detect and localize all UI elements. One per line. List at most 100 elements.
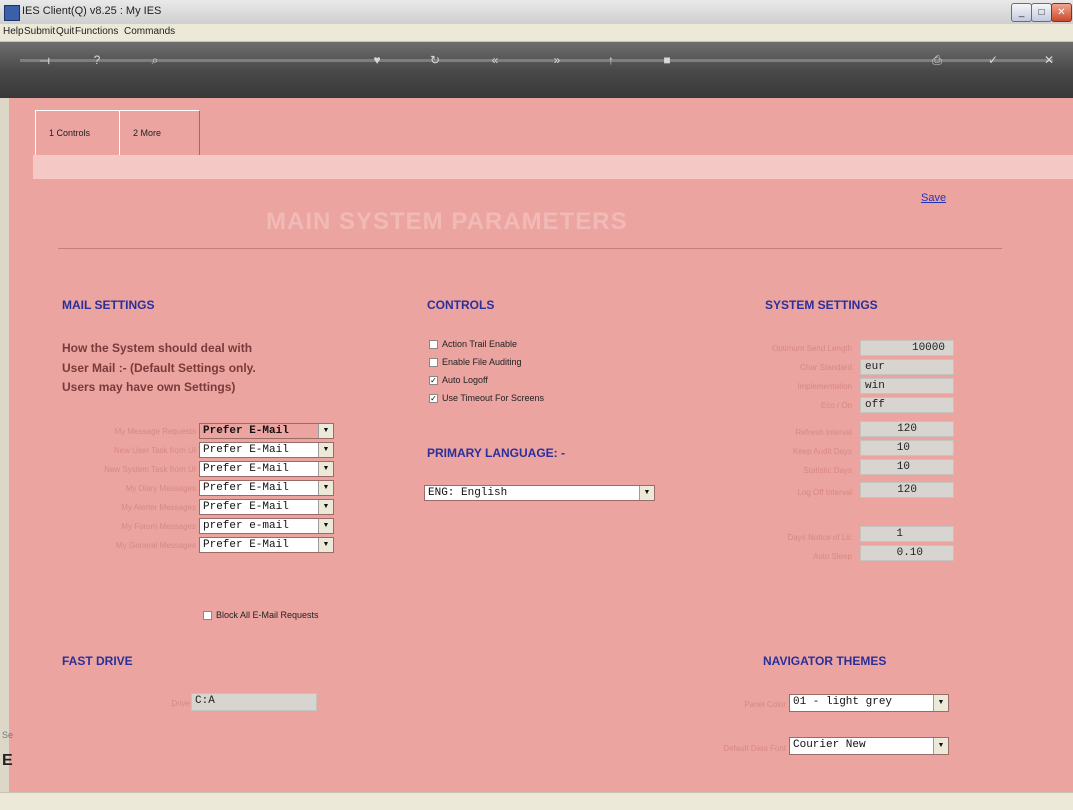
panel-color-select[interactable]: 01 - light grey ▼ [789,694,949,712]
mail-intro-line-3: Users may have own Settings) [62,380,236,394]
up-icon[interactable]: ↑ [604,53,618,67]
chevron-down-icon[interactable]: ▼ [318,538,333,552]
tab-controls-label: 1 Controls [49,128,91,138]
favorite-icon[interactable]: ♥ [370,53,384,67]
minimize-icon[interactable]: _ [1011,3,1032,22]
chevron-down-icon[interactable]: ▼ [318,519,333,533]
mail-pref-select[interactable]: Prefer E-Mail ▼ [199,499,334,515]
mail-pref-select[interactable]: Prefer E-Mail ▼ [199,461,334,477]
chevron-down-icon[interactable]: ▼ [318,443,333,457]
print-icon[interactable]: ⎙ [930,53,944,67]
block-email-checkbox[interactable] [203,611,212,620]
mail-row-label: My Forum Messages [121,522,196,531]
title-divider [58,248,1002,249]
mail-pref-value: Prefer E-Mail [203,425,289,437]
mail-row-label: My General Messages [115,541,196,550]
chevron-down-icon[interactable]: ▼ [318,500,333,514]
menu-submit[interactable]: Submit [24,26,55,37]
mail-pref-select[interactable]: Prefer E-Mail ▼ [199,442,334,458]
menu-commands[interactable]: Commands [124,26,175,37]
default-font-select[interactable]: Courier New ▼ [789,737,949,755]
mail-pref-value: Prefer E-Mail [203,444,289,456]
mail-intro-line-2: User Mail :- (Default Settings only. [62,361,256,375]
implementation-field[interactable]: win [860,378,954,394]
auto-logoff-checkbox[interactable]: ✓ [429,376,438,385]
auto-sleep-field[interactable]: 0.10 [860,545,954,561]
mail-intro-line-1: How the System should deal with [62,341,253,355]
default-font-label: Default Data Font [723,744,786,753]
system-row-label: Refresh Interval [795,428,852,437]
chevron-down-icon[interactable]: ▼ [639,486,654,500]
mail-settings-heading: MAIL SETTINGS [62,298,155,312]
logoff-interval-field[interactable]: 120 [860,482,954,498]
help-icon[interactable]: ? [90,53,104,67]
exit-icon[interactable]: ⟞ [30,53,60,67]
mail-row-label: My Message Requests [114,427,196,436]
timeout-label: Use Timeout For Screens [442,393,545,403]
side-marker: Se [2,730,14,740]
mail-pref-value: Prefer E-Mail [203,539,289,551]
auto-logoff-label: Auto Logoff [442,375,488,385]
language-select[interactable]: ENG: English ▼ [424,485,655,501]
mail-row-label: My Alerter Messages [121,503,196,512]
mail-row-label: New User Task from UI [113,446,196,455]
mail-pref-select[interactable]: prefer e-mail ▼ [199,518,334,534]
system-row-label: Auto Sleep [812,552,852,561]
menu-help[interactable]: Help [3,26,24,37]
window-title: IES Client(Q) v8.25 : My IES [22,5,162,17]
side-marker-char: E [2,752,13,769]
forward-icon[interactable]: » [550,53,564,67]
system-row-label: Implementation [797,382,852,391]
file-auditing-checkbox[interactable] [429,358,438,367]
action-trail-checkbox[interactable] [429,340,438,349]
ok-icon[interactable]: ✓ [986,53,1000,67]
chevron-down-icon[interactable]: ▼ [318,481,333,495]
tab-more[interactable]: 2 More [119,110,200,156]
chevron-down-icon[interactable]: ▼ [318,424,333,438]
mail-row-label: My Diary Messages [125,484,196,493]
system-row-label: Log Off Interval [797,488,852,497]
eco-field[interactable]: off [860,397,954,413]
maximize-icon[interactable]: □ [1031,3,1052,22]
close-icon[interactable]: ✕ [1051,3,1072,22]
tab-strip [33,155,1073,179]
block-email-label: Block All E-Mail Requests [216,610,319,620]
audit-days-field[interactable]: 10 [860,440,954,456]
file-auditing-label: Enable File Auditing [442,357,522,367]
send-length-field[interactable]: 10000 [860,340,954,356]
default-font-value: Courier New [793,739,866,751]
navigator-themes-heading: NAVIGATOR THEMES [763,654,887,668]
menu-quit[interactable]: Quit [56,26,74,37]
stop-icon[interactable]: ■ [660,53,674,67]
menu-functions[interactable]: Functions [75,26,118,37]
mail-pref-select[interactable]: Prefer E-Mail ▼ [199,537,334,553]
controls-heading: CONTROLS [427,298,495,312]
system-row-label: Statistic Days [803,466,852,475]
toolbar-track [20,59,1053,62]
chevron-down-icon[interactable]: ▼ [318,462,333,476]
refresh-icon[interactable]: ↻ [428,53,442,67]
back-icon[interactable]: « [488,53,502,67]
title-bar: IES Client(Q) v8.25 : My IES _ □ ✕ [0,0,1073,25]
search-icon[interactable]: ⌕ [148,53,162,67]
system-row-label: Eco / On [820,401,852,410]
mail-row-label: New System Task from UI [104,465,196,474]
save-link[interactable]: Save [921,192,946,204]
cancel-icon[interactable]: ✕ [1042,53,1056,67]
timeout-checkbox[interactable]: ✓ [429,394,438,403]
chevron-down-icon[interactable]: ▼ [933,695,948,711]
mail-pref-select[interactable]: Prefer E-Mail ▼ [199,480,334,496]
tab-controls[interactable]: 1 Controls [35,110,121,156]
panel-color-value: 01 - light grey [793,696,893,708]
tab-more-label: 2 More [133,128,162,138]
system-row-label: Days Notice of Lic [787,533,852,542]
system-row-label: Keep Audit Days [792,447,852,456]
char-standard-field[interactable]: eur [860,359,954,375]
chevron-down-icon[interactable]: ▼ [933,738,948,754]
panel-color-label: Panel Color [744,700,786,709]
statistic-days-field[interactable]: 10 [860,459,954,475]
refresh-interval-field[interactable]: 120 [860,421,954,437]
mail-pref-select[interactable]: Prefer E-Mail ▼ [199,423,334,439]
notice-days-field[interactable]: 1 [860,526,954,542]
drive-field[interactable]: C:A [191,693,317,711]
